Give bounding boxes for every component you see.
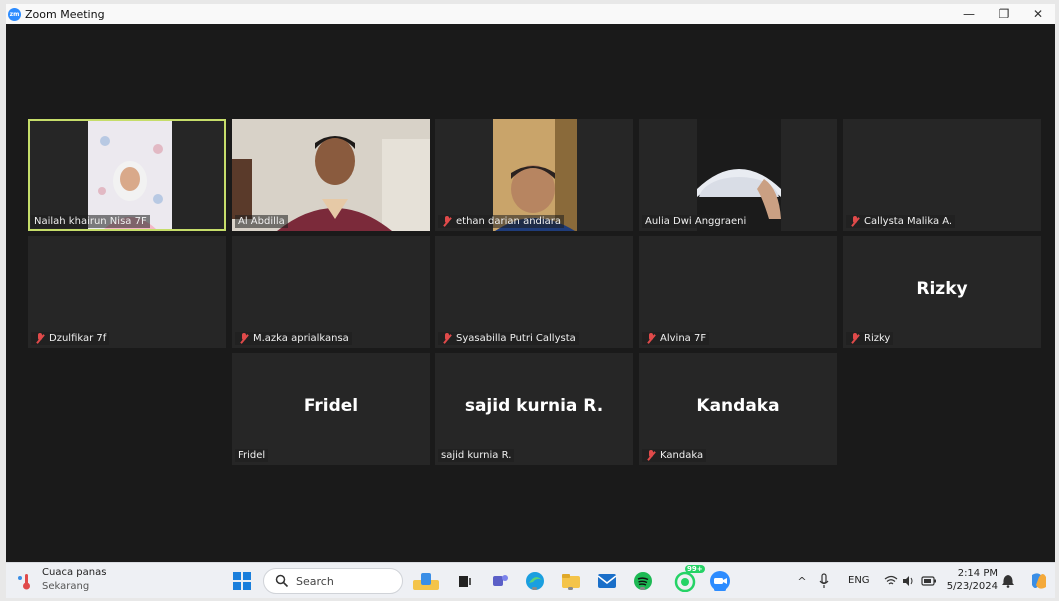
muted-mic-icon [441,216,453,227]
participant-name: Alvina 7F [660,333,707,344]
participant-name: Callysta Malika A. [864,216,953,227]
participant-name: Fridel [238,450,266,461]
windows-taskbar: Cuaca panas Sekarang Search 99+ ^ ENG 2:… [6,562,1055,598]
participant-name-label: sajid kurnia R. [438,449,515,462]
participant-tile[interactable]: Rizky Rizky [843,236,1041,348]
participant-tile[interactable]: Nailah khairun Nisa 7F [28,119,226,231]
participant-tile[interactable]: sajid kurnia R. sajid kurnia R. [435,353,633,465]
participant-name-label: M.azka aprialkansa [235,332,352,345]
muted-mic-icon [645,333,657,344]
running-indicator [532,587,537,590]
participant-name: ethan darian andiara [456,216,562,227]
title-bar: zm Zoom Meeting — ❐ ✕ [6,4,1055,24]
spotify-icon[interactable] [632,570,654,592]
copilot-icon[interactable] [1028,570,1050,592]
participant-name: Kandaka [660,450,704,461]
microphone-icon[interactable] [816,571,832,591]
search-icon [275,574,289,588]
window-title: Zoom Meeting [25,7,105,21]
participant-name-label: Dzulfikar 7f [31,332,110,345]
mail-icon[interactable] [596,570,618,592]
teams-icon[interactable] [490,571,510,591]
zoom-window: zm Zoom Meeting — ❐ ✕ Nailah khairun Nis… [0,0,1059,601]
participant-name: Aulia Dwi Anggraeni [645,216,747,227]
minimize-button[interactable]: — [952,4,986,24]
participant-name: M.azka aprialkansa [253,333,349,344]
muted-mic-icon [441,333,453,344]
zoom-icon[interactable] [708,569,732,593]
participant-display-name: Kandaka [696,396,780,416]
battery-icon[interactable] [920,572,938,590]
muted-mic-icon [238,333,250,344]
participant-name: Nailah khairun Nisa 7F [34,216,147,227]
weather-icon[interactable] [16,571,36,591]
close-button[interactable]: ✕ [1021,4,1055,24]
task-view-icon[interactable] [455,571,475,591]
muted-mic-icon [849,216,861,227]
muted-mic-icon [849,333,861,344]
clock-time[interactable]: 2:14 PM [956,568,998,579]
wifi-icon[interactable] [883,572,899,590]
running-indicator [568,587,573,590]
participant-tile[interactable]: Aulia Dwi Anggraeni [639,119,837,231]
participant-name: sajid kurnia R. [441,450,512,461]
participant-tile[interactable]: M.azka aprialkansa [232,236,430,348]
participant-name-label: Syasabilla Putri Callysta [438,332,579,345]
muted-mic-icon [645,450,657,461]
participant-name-label: Aulia Dwi Anggraeni [642,215,750,228]
participant-name-label: Rizky [846,332,894,345]
notification-badge: 99+ [685,565,705,573]
participant-name-label: Kandaka [642,449,707,462]
running-indicator [640,587,645,590]
file-explorer-icon[interactable] [560,570,582,592]
edge-icon[interactable] [524,570,546,592]
participant-tile[interactable]: Al Abdilla [232,119,430,231]
participant-display-name: sajid kurnia R. [464,396,604,416]
language-indicator[interactable]: ENG [848,575,870,586]
participant-tile[interactable]: Syasabilla Putri Callysta [435,236,633,348]
participant-name-label: Al Abdilla [235,215,288,228]
participant-tile[interactable]: Callysta Malika A. [843,119,1041,231]
participant-name-label: Alvina 7F [642,332,710,345]
files-app-icon[interactable] [410,569,446,593]
notification-bell-icon[interactable] [1000,572,1016,590]
participant-name: Rizky [864,333,891,344]
search-placeholder: Search [296,574,334,588]
participant-display-name: Rizky [916,279,968,299]
participant-name: Al Abdilla [238,216,285,227]
participant-name-label: Fridel [235,449,269,462]
start-icon[interactable] [232,571,252,591]
volume-icon[interactable] [901,572,917,590]
participant-tile[interactable]: ethan darian andiara [435,119,633,231]
participant-display-name: Fridel [303,396,359,416]
active-indicator [714,588,726,591]
weather-subtitle: Sekarang [42,581,90,592]
participant-tile[interactable]: Dzulfikar 7f [28,236,226,348]
participant-tile[interactable]: Alvina 7F [639,236,837,348]
participant-name-label: Nailah khairun Nisa 7F [31,215,150,228]
participant-name-label: Callysta Malika A. [846,215,956,228]
restore-button[interactable]: ❐ [987,4,1021,24]
participant-tile[interactable]: Fridel Fridel [232,353,430,465]
muted-mic-icon [34,333,46,344]
participant-name: Syasabilla Putri Callysta [456,333,576,344]
participant-name: Dzulfikar 7f [49,333,107,344]
weather-title[interactable]: Cuaca panas [42,567,106,578]
chevron-up-icon[interactable]: ^ [794,572,810,590]
participant-name-label: ethan darian andiara [438,215,565,228]
clock-date[interactable]: 5/23/2024 [946,581,998,592]
video-gallery: Nailah khairun Nisa 7F Al Abdilla ethan … [6,24,1055,562]
participant-tile[interactable]: Kandaka Kandaka [639,353,837,465]
whatsapp-icon[interactable]: 99+ [672,565,705,594]
zoom-logo-icon: zm [8,7,21,21]
search-box[interactable]: Search [263,568,403,594]
